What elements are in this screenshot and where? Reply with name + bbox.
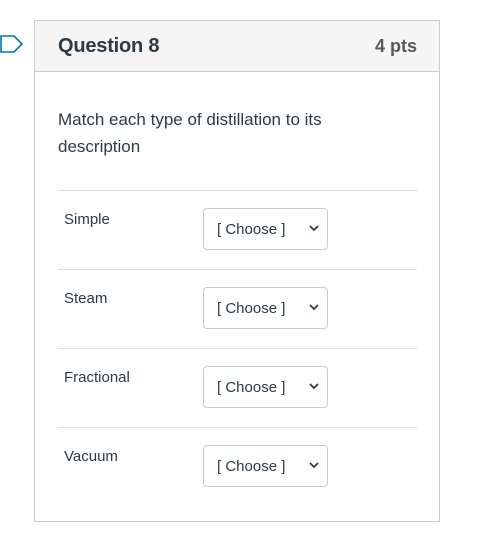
row-label: Vacuum — [64, 448, 118, 465]
question-header: Question 8 4 pts — [35, 21, 439, 72]
bookmark-flag-icon[interactable] — [0, 35, 24, 53]
select-value: [ Choose ] — [217, 457, 286, 475]
chevron-down-icon — [309, 304, 319, 311]
answer-select[interactable]: [ Choose ] — [203, 366, 328, 408]
question-card: Question 8 4 pts Match each type of dist… — [34, 20, 440, 522]
select-value: [ Choose ] — [217, 378, 286, 396]
question-prompt: Match each type of distillation to its d… — [58, 110, 322, 156]
matching-row-steam: Steam [ Choose ] — [58, 269, 417, 348]
answer-select[interactable]: [ Choose ] — [203, 208, 328, 250]
answer-select[interactable]: [ Choose ] — [203, 445, 328, 487]
select-value: [ Choose ] — [217, 299, 286, 317]
question-title: Question 8 — [58, 34, 160, 57]
matching-row-simple: Simple [ Choose ] — [58, 190, 417, 269]
question-body: Match each type of distillation to its d… — [35, 106, 439, 506]
row-label: Steam — [64, 290, 108, 307]
chevron-down-icon — [309, 383, 319, 390]
matching-rows: Simple [ Choose ] Steam [ Choose ] Fract… — [58, 190, 417, 506]
matching-row-fractional: Fractional [ Choose ] — [58, 348, 417, 427]
matching-row-vacuum: Vacuum [ Choose ] — [58, 427, 417, 506]
row-label: Simple — [64, 211, 110, 228]
chevron-down-icon — [309, 225, 319, 232]
quiz-page: Question 8 4 pts Match each type of dist… — [0, 0, 484, 550]
row-label: Fractional — [64, 369, 130, 386]
select-value: [ Choose ] — [217, 220, 286, 238]
question-points: 4 pts — [374, 35, 417, 56]
chevron-down-icon — [309, 462, 319, 469]
answer-select[interactable]: [ Choose ] — [203, 287, 328, 329]
